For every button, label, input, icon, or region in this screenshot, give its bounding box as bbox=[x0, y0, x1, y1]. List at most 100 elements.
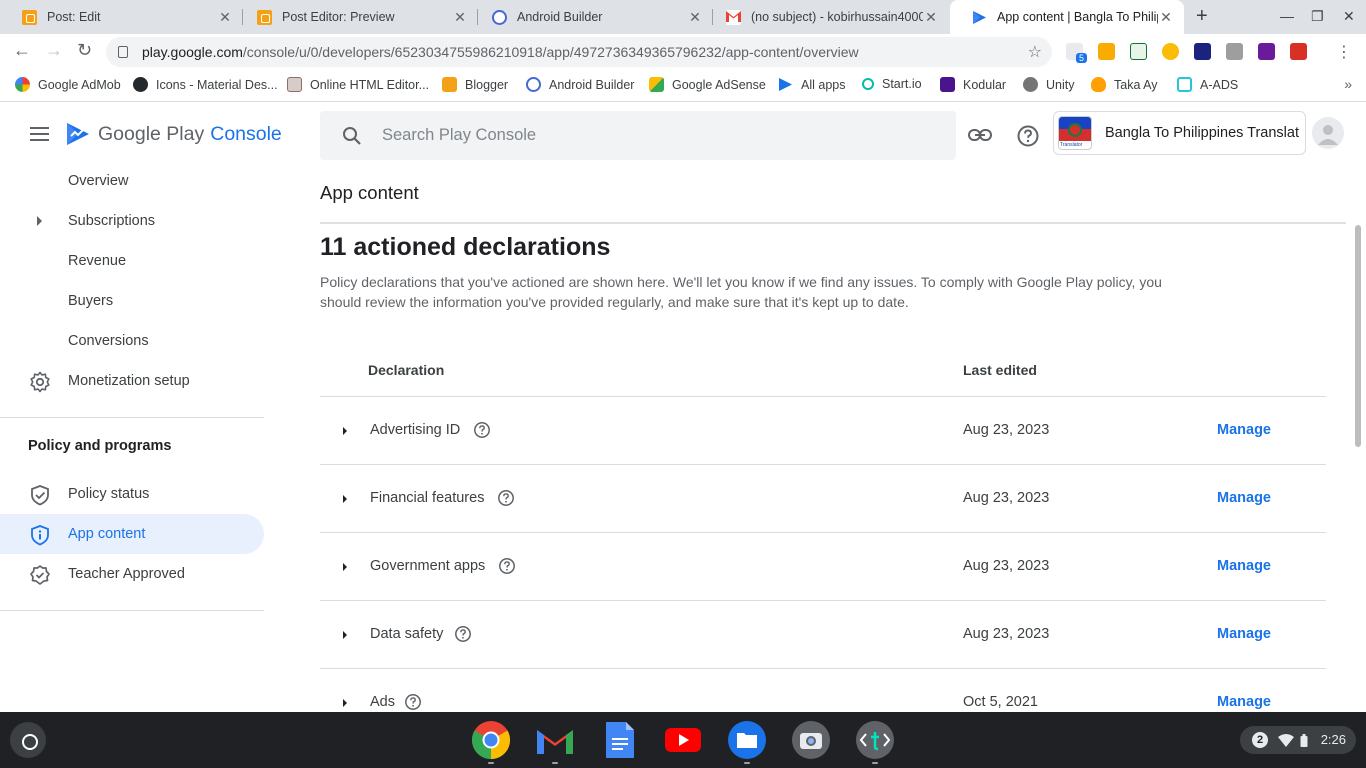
column-header-declaration[interactable]: Declaration bbox=[368, 362, 444, 378]
browser-tab[interactable]: Post: Edit ✕ bbox=[0, 0, 243, 34]
sidebar-item-revenue[interactable]: Revenue bbox=[0, 241, 264, 281]
bookmark[interactable]: Kodular bbox=[940, 77, 1006, 92]
sidebar-item-buyers[interactable]: Buyers bbox=[0, 281, 264, 321]
extension-icon[interactable] bbox=[1194, 43, 1211, 60]
bookmark[interactable]: Blogger bbox=[442, 77, 508, 92]
declaration-name: Government apps bbox=[370, 558, 486, 574]
scrollbar[interactable] bbox=[1355, 225, 1361, 447]
help-icon[interactable] bbox=[1016, 124, 1040, 148]
manage-link[interactable]: Manage bbox=[1217, 558, 1271, 574]
table-row[interactable]: Financial features Aug 23, 2023 Manage bbox=[320, 465, 1326, 533]
status-tray[interactable]: 2 2:26 bbox=[1240, 726, 1356, 754]
bookmark[interactable]: Google AdMob bbox=[15, 77, 121, 92]
help-icon[interactable] bbox=[473, 421, 491, 439]
manage-link[interactable]: Manage bbox=[1217, 422, 1271, 438]
table-row[interactable]: Data safety Aug 23, 2023 Manage bbox=[320, 601, 1326, 669]
extension-icon[interactable] bbox=[1162, 43, 1179, 60]
tab-title: Post Editor: Preview bbox=[282, 10, 395, 24]
close-window-icon[interactable]: ✕ bbox=[1343, 8, 1355, 25]
back-icon[interactable]: ← bbox=[13, 40, 31, 61]
manage-link[interactable]: Manage bbox=[1217, 490, 1271, 506]
play-console-logo[interactable]: Google Play Console bbox=[66, 121, 282, 147]
close-tab-icon[interactable]: ✕ bbox=[687, 9, 703, 26]
new-tab-button[interactable]: + bbox=[1196, 5, 1208, 28]
restore-icon[interactable]: ❐ bbox=[1311, 8, 1324, 25]
running-indicator bbox=[552, 762, 558, 764]
avatar[interactable] bbox=[1312, 117, 1344, 149]
bookmark[interactable]: A-ADS bbox=[1177, 77, 1238, 92]
close-tab-icon[interactable]: ✕ bbox=[452, 9, 468, 26]
close-tab-icon[interactable]: ✕ bbox=[923, 9, 939, 26]
help-icon[interactable] bbox=[497, 489, 515, 507]
camera-icon[interactable] bbox=[791, 720, 831, 760]
sidebar-item-app-content[interactable]: App content bbox=[0, 514, 264, 554]
sidebar-divider bbox=[0, 417, 264, 418]
bookmark[interactable]: Icons - Material Des... bbox=[133, 77, 278, 92]
chrome-icon[interactable] bbox=[471, 720, 511, 760]
bookmark[interactable]: Start.io bbox=[862, 77, 922, 91]
close-tab-icon[interactable]: ✕ bbox=[1158, 9, 1174, 26]
expand-caret-icon[interactable] bbox=[343, 631, 347, 639]
sidebar-item-conversions[interactable]: Conversions bbox=[0, 321, 264, 361]
link-icon[interactable] bbox=[967, 124, 993, 146]
browser-tab[interactable]: Android Builder ✕ bbox=[470, 0, 713, 34]
search-input[interactable] bbox=[382, 126, 902, 145]
sidebar-item-label: App content bbox=[68, 526, 146, 542]
browser-tab-active[interactable]: App content | Bangla To Philipp ✕ bbox=[950, 0, 1184, 34]
sidebar-item-monetization-setup[interactable]: Monetization setup bbox=[0, 361, 264, 401]
expand-caret-icon[interactable] bbox=[343, 699, 347, 707]
extension-icon[interactable] bbox=[1258, 43, 1275, 60]
help-icon[interactable] bbox=[404, 693, 422, 711]
sidebar-item-subscriptions[interactable]: Subscriptions bbox=[0, 201, 264, 241]
expand-caret-icon[interactable] bbox=[343, 563, 347, 571]
app-selector[interactable]: Translator Bangla To Philippines Transla… bbox=[1053, 111, 1306, 155]
table-row[interactable]: Government apps Aug 23, 2023 Manage bbox=[320, 533, 1326, 601]
bookmark-star-icon[interactable]: ☆ bbox=[1028, 42, 1042, 62]
column-header-last-edited[interactable]: Last edited bbox=[963, 362, 1037, 378]
bookmark[interactable]: All apps bbox=[778, 77, 845, 92]
gmail-icon[interactable] bbox=[535, 720, 575, 760]
bookmark[interactable]: Android Builder bbox=[526, 77, 634, 92]
bookmark[interactable]: Google AdSense bbox=[649, 77, 766, 92]
bookmark[interactable]: Online HTML Editor... bbox=[287, 77, 429, 92]
table-row[interactable]: Ads Oct 5, 2021 Manage bbox=[320, 669, 1326, 712]
expand-caret-icon[interactable] bbox=[37, 216, 42, 226]
forward-icon[interactable]: → bbox=[45, 40, 63, 61]
play-console-icon bbox=[778, 77, 793, 92]
reload-icon[interactable]: ↻ bbox=[77, 40, 92, 61]
table-row[interactable]: Advertising ID Aug 23, 2023 Manage bbox=[320, 397, 1326, 465]
extension-icon[interactable] bbox=[1226, 43, 1243, 60]
youtube-icon[interactable] bbox=[663, 720, 703, 760]
app-icon: Translator bbox=[1058, 116, 1092, 150]
address-bar[interactable]: play.google.com/console/u/0/developers/6… bbox=[106, 37, 1052, 67]
search-bar[interactable] bbox=[320, 111, 956, 160]
bookmarks-overflow-icon[interactable]: » bbox=[1344, 76, 1352, 92]
manage-link[interactable]: Manage bbox=[1217, 694, 1271, 710]
close-tab-icon[interactable]: ✕ bbox=[217, 9, 233, 26]
menu-icon[interactable] bbox=[30, 127, 49, 141]
last-edited-date: Aug 23, 2023 bbox=[963, 422, 1050, 438]
bookmark[interactable]: Unity bbox=[1023, 77, 1074, 92]
browser-tab[interactable]: (no subject) - kobirhussain4000 ✕ bbox=[704, 0, 949, 34]
sidebar-item-teacher-approved[interactable]: Teacher Approved bbox=[0, 554, 264, 594]
sidebar-item-overview[interactable]: Overview bbox=[0, 161, 264, 201]
expand-caret-icon[interactable] bbox=[343, 495, 347, 503]
help-icon[interactable] bbox=[498, 557, 516, 575]
help-icon[interactable] bbox=[454, 625, 472, 643]
extension-icon[interactable] bbox=[1290, 43, 1307, 60]
last-edited-date: Oct 5, 2021 bbox=[963, 694, 1038, 710]
expand-caret-icon[interactable] bbox=[343, 427, 347, 435]
browser-menu-icon[interactable]: ⋮ bbox=[1336, 42, 1352, 62]
sidebar-section-title: Policy and programs bbox=[28, 438, 172, 454]
manage-link[interactable]: Manage bbox=[1217, 626, 1271, 642]
launcher-button[interactable] bbox=[10, 722, 46, 758]
minimize-icon[interactable]: — bbox=[1280, 8, 1294, 24]
extension-icon[interactable] bbox=[1098, 43, 1115, 60]
terminal-app-icon[interactable] bbox=[855, 720, 895, 760]
browser-tab[interactable]: Post Editor: Preview ✕ bbox=[235, 0, 478, 34]
files-icon[interactable] bbox=[727, 720, 767, 760]
docs-icon[interactable] bbox=[600, 720, 640, 760]
extension-icon[interactable] bbox=[1130, 43, 1147, 60]
bookmark[interactable]: Taka Ay bbox=[1091, 77, 1158, 92]
sidebar-item-policy-status[interactable]: Policy status bbox=[0, 474, 264, 514]
